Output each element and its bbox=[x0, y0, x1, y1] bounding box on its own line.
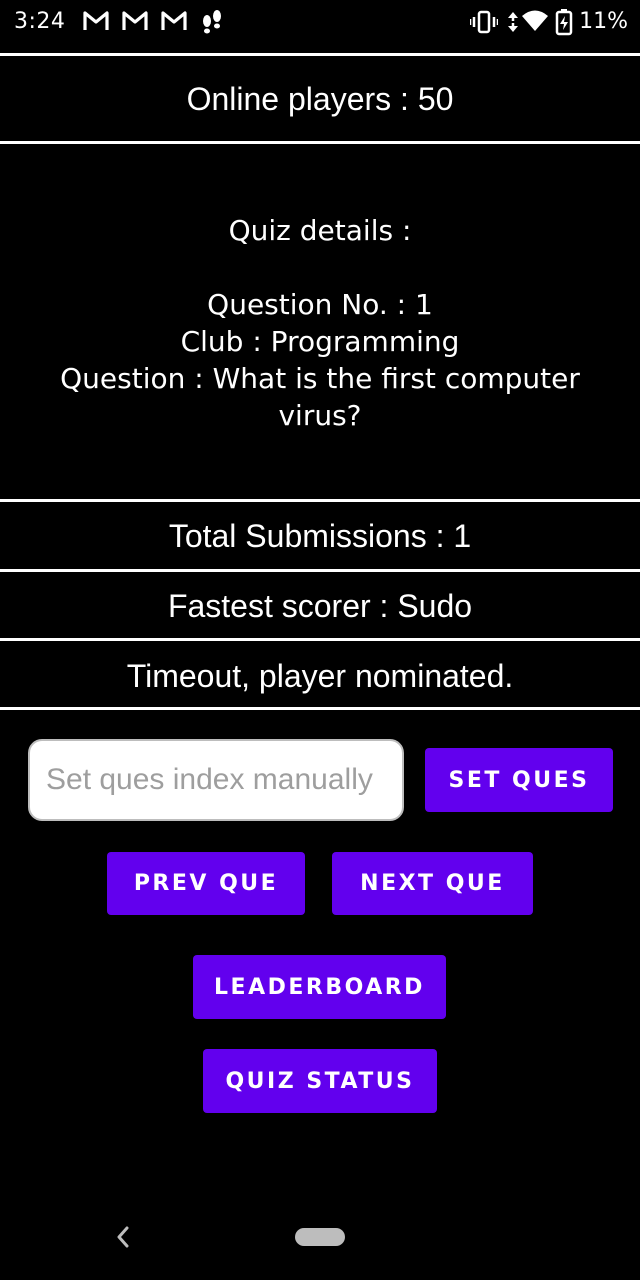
question-text: Question : What is the first computer vi… bbox=[60, 362, 580, 432]
divider bbox=[0, 707, 640, 710]
total-submissions-label: Total Submissions : 1 bbox=[168, 518, 472, 554]
divider bbox=[0, 569, 640, 572]
gmail-icon bbox=[122, 11, 148, 30]
vibrate-icon bbox=[470, 10, 498, 34]
battery-charging-icon bbox=[555, 9, 573, 36]
status-time: 3:24 bbox=[14, 9, 66, 34]
previous-question-button[interactable]: PREV QUE bbox=[107, 852, 305, 915]
home-nav-pill[interactable] bbox=[295, 1228, 345, 1246]
quiz-status-button[interactable]: QUIZ STATUS bbox=[203, 1049, 437, 1113]
divider bbox=[0, 638, 640, 641]
leaderboard-button[interactable]: LEADERBOARD bbox=[193, 955, 446, 1019]
divider bbox=[0, 499, 640, 502]
question-number: Question No. : 1 bbox=[207, 288, 433, 321]
status-bar: 3:24 11% bbox=[0, 0, 640, 44]
footsteps-icon bbox=[203, 10, 221, 34]
quiz-details-heading: Quiz details : bbox=[228, 214, 412, 247]
set-question-button[interactable]: SET QUES bbox=[425, 748, 613, 812]
wifi-icon bbox=[522, 10, 548, 31]
battery-percentage: 11% bbox=[579, 9, 628, 34]
club-name: Club : Programming bbox=[180, 325, 460, 358]
back-nav-icon[interactable] bbox=[112, 1224, 134, 1250]
data-arrows-icon bbox=[508, 12, 518, 32]
status-message: Timeout, player nominated. bbox=[126, 658, 514, 694]
gmail-icon bbox=[83, 11, 109, 30]
fastest-scorer-label: Fastest scorer : Sudo bbox=[167, 588, 473, 624]
gmail-icon bbox=[161, 11, 187, 30]
divider bbox=[0, 53, 640, 56]
question-index-input[interactable] bbox=[28, 739, 404, 821]
quiz-details: Quiz details : Question No. : 1 Club : P… bbox=[30, 212, 610, 434]
divider bbox=[0, 141, 640, 144]
online-players-label: Online players : 50 bbox=[186, 81, 454, 117]
next-question-button[interactable]: NEXT QUE bbox=[332, 852, 533, 915]
